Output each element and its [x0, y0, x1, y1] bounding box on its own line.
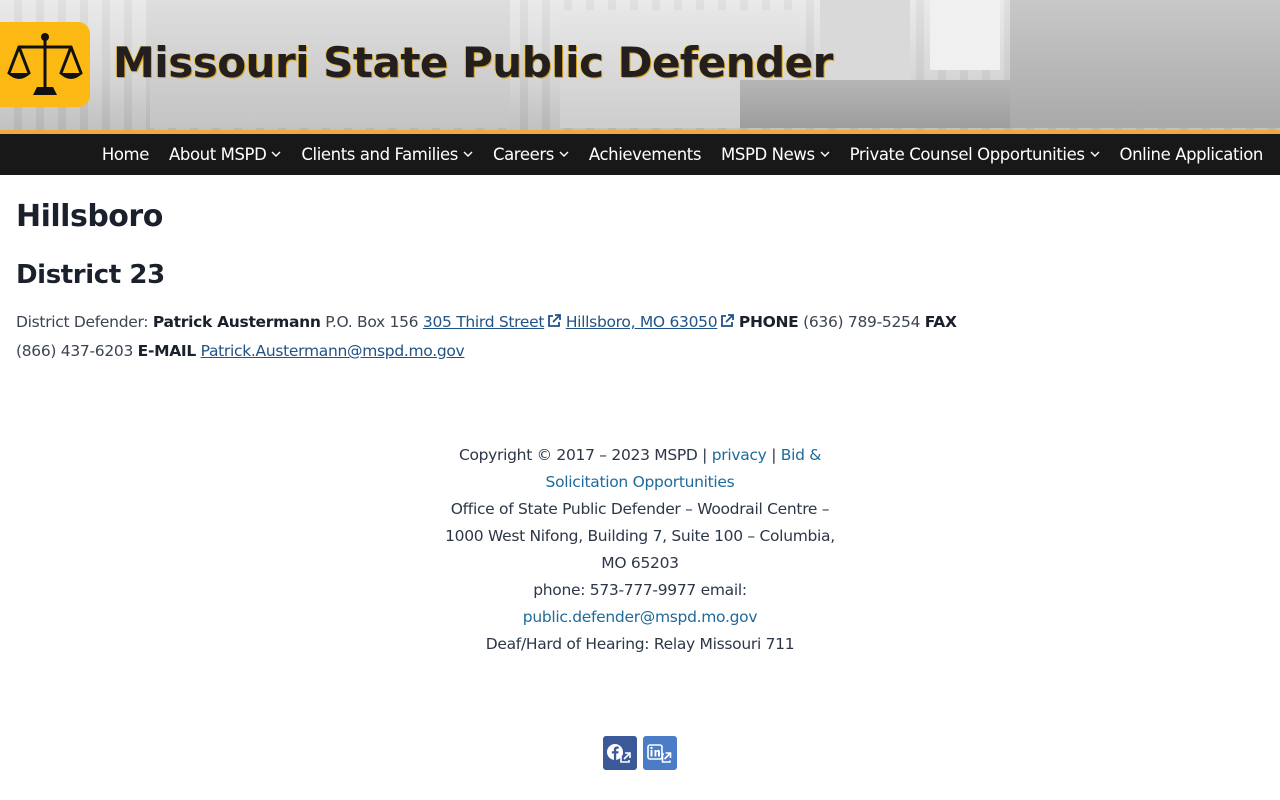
street-address-text: 305 Third Street [422, 313, 545, 331]
nav-item-home[interactable]: Home [101, 145, 150, 164]
linkedin-icon [647, 744, 672, 763]
nav-item-mspd-news[interactable]: MSPD News [721, 145, 830, 164]
nav-item-label: Private Counsel Opportunities [849, 145, 1085, 164]
district-heading: District 23 [16, 260, 165, 290]
office-contact-info: District Defender: Patrick Austermann P.… [16, 308, 976, 365]
po-box: P.O. Box 156 [325, 313, 419, 331]
privacy-link[interactable]: privacy [712, 446, 767, 464]
nav-item-label: Online Application [1119, 145, 1264, 164]
relay-line: Deaf/Hard of Hearing: Relay Missouri 711 [485, 635, 795, 653]
chevron-down-icon [559, 151, 569, 158]
scales-of-justice-icon [7, 32, 83, 95]
footer-email-link[interactable]: public.defender@mspd.mo.gov [523, 608, 758, 626]
nav-item-achievements[interactable]: Achievements [588, 145, 702, 164]
facebook-icon [607, 744, 631, 763]
social-links [603, 736, 677, 770]
nav-item-label: Home [101, 145, 150, 164]
chevron-down-icon [820, 151, 830, 158]
email-label: E-MAIL [137, 342, 197, 360]
banner-background-shape [930, 0, 1000, 70]
phone-number: (636) 789-5254 [803, 313, 921, 331]
defender-label: District Defender: [16, 313, 149, 331]
city-address-link[interactable]: Hillsboro, MO 63050 [565, 313, 735, 331]
chevron-down-icon [1090, 151, 1100, 158]
nav-item-clients-and-families[interactable]: Clients and Families [301, 145, 473, 164]
banner-background-shape [1010, 0, 1280, 128]
site-logo[interactable] [0, 22, 90, 107]
footer-separator: | [771, 446, 777, 464]
nav-item-label: About MSPD [169, 145, 267, 164]
footer-phone-email: phone: 573-777-9977 email: [533, 581, 747, 599]
defender-name: Patrick Austermann [152, 313, 321, 331]
header-banner: Missouri State Public Defender [0, 0, 1280, 130]
nav-item-online-application[interactable]: Online Application [1119, 145, 1264, 164]
main-nav: Home About MSPD Clients and Families Car… [0, 130, 1280, 175]
phone-label: PHONE [738, 313, 799, 331]
street-address-link[interactable]: 305 Third Street [422, 313, 562, 331]
nav-item-label: MSPD News [721, 145, 815, 164]
external-link-icon [547, 309, 562, 337]
nav-item-about-mspd[interactable]: About MSPD [169, 145, 281, 164]
chevron-down-icon [463, 151, 473, 158]
nav-item-label: Careers [492, 145, 554, 164]
nav-item-label: Clients and Families [301, 145, 458, 164]
chevron-down-icon [271, 151, 281, 158]
city-address-text: Hillsboro, MO 63050 [565, 313, 718, 331]
fax-label: FAX [924, 313, 957, 331]
site-title[interactable]: Missouri State Public Defender [113, 38, 833, 87]
copyright-line: Copyright © 2017 – 2023 MSPD | privacy |… [440, 442, 840, 496]
main-content: Hillsboro District 23 District Defender:… [16, 198, 1256, 365]
email-link[interactable]: Patrick.Austermann@mspd.mo.gov [201, 342, 465, 360]
nav-item-label: Achievements [588, 145, 702, 164]
facebook-button[interactable] [603, 736, 637, 770]
linkedin-button[interactable] [643, 736, 677, 770]
external-link-icon [720, 309, 735, 337]
page-title: Hillsboro [16, 199, 163, 234]
fax-number: (866) 437-6203 [16, 342, 134, 360]
office-address: Office of State Public Defender – Woodra… [445, 500, 835, 572]
copyright-text: Copyright © 2017 – 2023 MSPD | [458, 446, 708, 464]
nav-item-careers[interactable]: Careers [493, 145, 569, 164]
site-footer: Copyright © 2017 – 2023 MSPD | privacy |… [440, 442, 840, 658]
nav-item-private-counsel-opportunities[interactable]: Private Counsel Opportunities [850, 145, 1100, 164]
